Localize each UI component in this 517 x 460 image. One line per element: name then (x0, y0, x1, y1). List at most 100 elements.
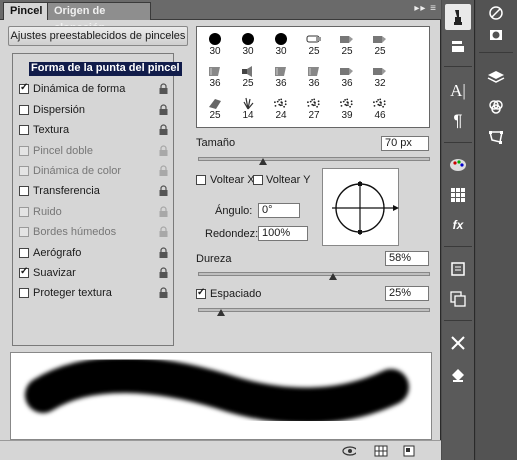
brush-tip-item[interactable]: 25 (331, 29, 363, 59)
paths-icon[interactable] (483, 124, 509, 150)
brush-option-item[interactable]: ✓ Dinámica de forma (13, 80, 173, 100)
lock-icon[interactable] (158, 206, 169, 218)
brush-option-item[interactable]: Dinámica de color (13, 162, 173, 182)
clone-stamp-icon[interactable] (445, 33, 471, 59)
lock-icon[interactable] (158, 104, 169, 116)
brush-tip-item[interactable]: 27 (298, 93, 330, 123)
brush-option-item[interactable]: Proteger textura (13, 284, 173, 304)
visibility-eye-icon[interactable] (342, 445, 356, 457)
brush-tip-item[interactable]: 36 (331, 61, 363, 91)
brush-option-label: Bordes húmedos (33, 226, 117, 239)
brush-option-item[interactable]: Forma de la punta del pincel (13, 60, 182, 80)
styles-fx-icon[interactable]: fx (445, 212, 471, 238)
brush-option-item[interactable]: Transferencia (13, 182, 173, 202)
new-preset-icon[interactable] (402, 445, 416, 457)
masks-icon[interactable] (483, 22, 509, 48)
dureza-input[interactable]: 58% (385, 251, 429, 266)
voltear-y-checkbox[interactable] (253, 175, 263, 185)
tamano-slider-knob[interactable] (259, 158, 268, 165)
angulo-input[interactable]: 0° (258, 203, 300, 218)
brush-option-checkbox[interactable]: ✓ (19, 82, 29, 95)
brush-option-item[interactable]: Aerógrafo (13, 244, 173, 264)
brush-tip-item[interactable]: 30 (265, 29, 297, 59)
brush-option-checkbox[interactable] (19, 125, 29, 136)
brush-tip-hard-round-icon (209, 33, 221, 45)
brush-tip-item[interactable]: 39 (331, 93, 363, 123)
brush-option-item[interactable]: ✓ Suavizar (13, 264, 173, 284)
angle-roundness-widget[interactable] (322, 168, 399, 246)
brush-option-item[interactable]: Textura (13, 121, 173, 141)
history-icon[interactable] (445, 286, 471, 312)
panel-dock-middle: A| ¶ fx (442, 0, 475, 460)
layer-comps-icon[interactable] (445, 256, 471, 282)
color-palette-icon[interactable] (445, 152, 471, 178)
lock-icon[interactable] (158, 145, 169, 157)
voltear-x-checkbox[interactable] (196, 175, 206, 185)
brush-option-item[interactable]: Ruido (13, 203, 173, 223)
brush-option-label: Suavizar (33, 267, 76, 279)
brush-tip-marker-icon (373, 36, 386, 43)
lock-icon[interactable] (158, 247, 169, 259)
paragraph-icon[interactable]: ¶ (445, 108, 471, 134)
layers-icon[interactable] (483, 64, 509, 90)
character-icon[interactable]: A| (445, 78, 471, 104)
grid-toggle-icon[interactable] (374, 445, 388, 457)
lock-icon[interactable] (158, 83, 169, 95)
brush-option-checkbox[interactable] (19, 288, 29, 299)
tools-icon[interactable] (445, 330, 471, 356)
espaciado-slider-knob[interactable] (216, 309, 225, 316)
brush-tip-item[interactable]: 36 (265, 61, 297, 91)
brush-tip-scatter-icon (340, 98, 353, 108)
brush-tool-icon[interactable] (445, 4, 471, 30)
tamano-input[interactable]: 70 px (381, 136, 429, 151)
lock-icon[interactable] (158, 185, 169, 197)
angle-crosshair-icon[interactable] (323, 169, 400, 247)
brush-tip-item[interactable]: 25 (232, 61, 264, 91)
brush-tip-item[interactable]: 32 (364, 61, 396, 91)
brush-tip-item[interactable]: 25 (298, 29, 330, 59)
espaciado-slider[interactable] (198, 308, 430, 316)
swatches-icon[interactable] (445, 182, 471, 208)
brush-tip-item[interactable]: 30 (232, 29, 264, 59)
brush-option-checkbox[interactable] (19, 145, 29, 156)
panel-menu-icon[interactable]: ▸▸ ≡ (414, 3, 437, 14)
brush-tip-hard-round-icon (275, 33, 287, 45)
brush-tip-item[interactable]: 25 (364, 29, 396, 59)
brush-option-checkbox[interactable] (19, 247, 29, 258)
brush-option-checkbox[interactable]: ✓ (19, 266, 29, 278)
lock-icon[interactable] (158, 165, 169, 177)
lock-icon[interactable] (158, 287, 169, 299)
espaciado-checkbox[interactable]: ✓ (196, 287, 206, 299)
brush-tip-item[interactable]: 36 (298, 61, 330, 91)
dureza-slider-knob[interactable] (328, 273, 337, 280)
brush-option-item[interactable]: Dispersión (13, 101, 173, 121)
check-icon: ✓ (20, 82, 29, 94)
lock-icon[interactable] (158, 226, 169, 238)
brush-tip-size: 14 (242, 110, 254, 121)
brush-option-item[interactable]: Pincel doble (13, 142, 173, 162)
lock-icon[interactable] (158, 124, 169, 136)
brush-tip-item[interactable]: 24 (265, 93, 297, 123)
brush-tip-item[interactable]: 36 (199, 61, 231, 91)
redondez-input[interactable]: 100% (258, 226, 308, 241)
brush-tip-size: 30 (209, 46, 221, 57)
espaciado-input[interactable]: 25% (385, 286, 429, 301)
actions-icon[interactable] (445, 362, 471, 388)
brush-option-checkbox[interactable] (19, 206, 29, 217)
dureza-slider[interactable] (198, 272, 430, 280)
brush-presets-button[interactable]: Ajustes preestablecidos de pinceles (8, 26, 188, 46)
brush-option-checkbox[interactable] (19, 227, 29, 238)
tab-pincel[interactable]: Pincel (3, 2, 50, 20)
channels-icon[interactable] (483, 94, 509, 120)
brush-tip-item[interactable]: 14 (232, 93, 264, 123)
brush-option-item[interactable]: Bordes húmedos (13, 223, 173, 243)
brush-tip-item[interactable]: 25 (199, 93, 231, 123)
brush-option-checkbox[interactable] (19, 104, 29, 115)
brush-tip-item[interactable]: 46 (364, 93, 396, 123)
brush-option-checkbox[interactable] (19, 166, 29, 176)
brush-tip-item[interactable]: 30 (199, 29, 231, 59)
tamano-slider[interactable] (198, 157, 430, 165)
tab-origen-clonacion[interactable]: Origen de clonación (47, 2, 151, 34)
brush-option-checkbox[interactable] (19, 186, 29, 197)
lock-icon[interactable] (158, 267, 169, 279)
